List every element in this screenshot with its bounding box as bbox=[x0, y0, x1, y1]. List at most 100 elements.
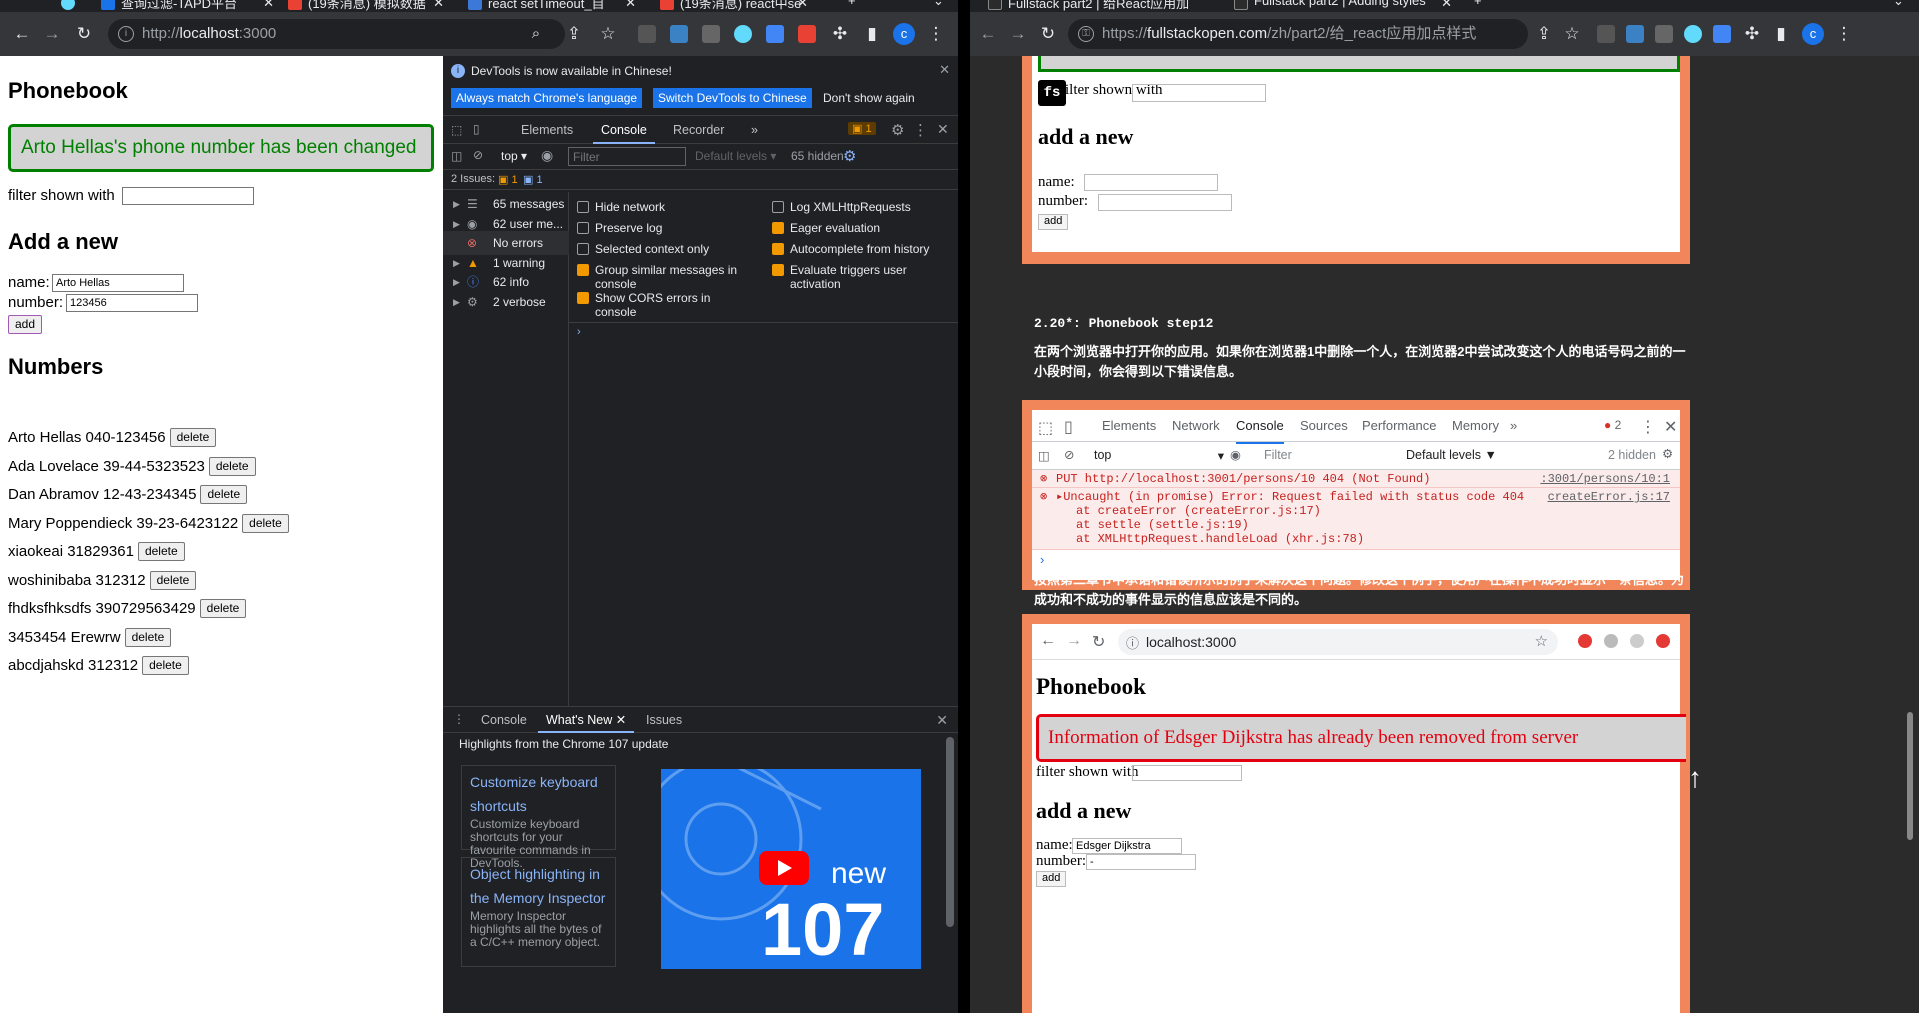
eye-icon[interactable]: ◉ bbox=[541, 147, 553, 164]
checkbox-checked[interactable] bbox=[772, 243, 784, 255]
sidebar-toggle-icon[interactable]: ◫ bbox=[451, 149, 462, 163]
reload-icon[interactable]: ↻ bbox=[1034, 20, 1062, 48]
tab-3[interactable]: (19条消息) react中se ✕ bbox=[654, 0, 814, 12]
tab-1[interactable]: Fullstack part2 | Adding styles ✕ bbox=[1228, 0, 1458, 12]
menu-icon[interactable]: ⋮ bbox=[922, 20, 950, 48]
tab-0[interactable]: Fullstack part2 | 给React应用加 bbox=[982, 0, 1217, 12]
tab-console[interactable]: Console bbox=[593, 116, 655, 144]
extension-icon[interactable] bbox=[1655, 25, 1673, 43]
checkbox-checked[interactable] bbox=[772, 222, 784, 234]
setting-checkbox[interactable]: Show CORS errors in console bbox=[575, 291, 755, 319]
checkbox-unchecked[interactable] bbox=[577, 201, 589, 213]
setting-checkbox[interactable]: Preserve log bbox=[575, 221, 755, 241]
close-icon[interactable]: ✕ bbox=[625, 0, 636, 11]
console-settings-icon[interactable]: ⚙ bbox=[843, 147, 856, 165]
delete-button[interactable]: delete bbox=[169, 428, 217, 447]
issues-badge[interactable]: ▣ 1 bbox=[848, 122, 876, 135]
fs-logo[interactable]: fs bbox=[1038, 80, 1066, 106]
close-icon[interactable]: ✕ bbox=[433, 0, 444, 11]
extension-icon[interactable] bbox=[702, 25, 720, 43]
address-bar[interactable]: i http://localhost:3000 ⌕ bbox=[108, 19, 565, 49]
setting-checkbox[interactable]: Autocomplete from history bbox=[770, 242, 950, 262]
tab-2[interactable]: react setTimeout_自 ✕ bbox=[462, 0, 642, 12]
delete-button[interactable]: delete bbox=[200, 485, 248, 504]
filter-input[interactable] bbox=[122, 187, 254, 205]
close-icon[interactable]: ✕ bbox=[937, 121, 949, 138]
extension-icon[interactable] bbox=[1626, 25, 1644, 43]
checkbox-checked[interactable] bbox=[577, 264, 589, 276]
drawer-menu-icon[interactable]: ⋮ bbox=[453, 712, 465, 726]
checkbox-checked[interactable] bbox=[577, 292, 589, 304]
console-filter-input[interactable] bbox=[568, 147, 686, 166]
name-input[interactable] bbox=[52, 274, 184, 292]
close-icon[interactable]: ✕ bbox=[936, 712, 948, 729]
sidebar-item[interactable]: ▶ ⚙ 2 verbose bbox=[443, 290, 569, 314]
close-icon[interactable]: ✕ bbox=[263, 0, 274, 11]
react-devtools-icon[interactable] bbox=[1684, 25, 1702, 43]
inspect-icon[interactable]: ⬚ bbox=[451, 123, 462, 137]
avatar[interactable]: c bbox=[893, 23, 915, 45]
extension-icon[interactable] bbox=[638, 25, 656, 43]
tab-recorder[interactable]: Recorder bbox=[665, 116, 732, 144]
delete-button[interactable]: delete bbox=[142, 656, 189, 675]
forward-icon[interactable]: → bbox=[1004, 20, 1032, 48]
extension-icon[interactable] bbox=[1713, 25, 1731, 43]
share-icon[interactable]: ⇪ bbox=[1530, 20, 1558, 48]
side-panel-icon[interactable]: ▮ bbox=[858, 20, 886, 48]
tab-search-button[interactable]: ⌄ bbox=[925, 0, 955, 12]
setting-checkbox[interactable]: Log XMLHttpRequests bbox=[770, 200, 950, 220]
play-icon[interactable] bbox=[759, 851, 809, 885]
scroll-to-top-icon[interactable]: ↑ bbox=[1688, 762, 1702, 794]
context-select[interactable]: top ▾ bbox=[501, 149, 527, 163]
whats-new-card[interactable]: Object highlighting in the Memory Inspec… bbox=[461, 857, 616, 967]
close-icon[interactable]: ✕ bbox=[1441, 0, 1452, 11]
tab-search-button[interactable]: ⌄ bbox=[1885, 0, 1915, 12]
switch-chinese-button[interactable]: Switch DevTools to Chinese bbox=[653, 88, 812, 108]
close-icon[interactable]: ✕ bbox=[616, 713, 626, 727]
tab-1[interactable]: (19条消息) 模拟数据 ✕ bbox=[282, 0, 450, 12]
close-icon[interactable]: ✕ bbox=[939, 62, 950, 78]
drawer-tab-issues[interactable]: Issues bbox=[638, 707, 690, 733]
setting-checkbox[interactable]: Evaluate triggers user activation bbox=[770, 263, 950, 291]
bookmark-star-icon[interactable]: ☆ bbox=[594, 20, 622, 48]
more-tabs-icon[interactable]: » bbox=[743, 116, 766, 144]
avatar[interactable]: c bbox=[1802, 23, 1824, 45]
back-icon[interactable]: ← bbox=[974, 20, 1002, 48]
extension-icon[interactable] bbox=[670, 25, 688, 43]
puzzle-icon[interactable]: ✣ bbox=[1738, 20, 1766, 48]
drawer-tab-console[interactable]: Console bbox=[473, 707, 535, 733]
delete-button[interactable]: delete bbox=[199, 599, 247, 618]
scrollbar[interactable] bbox=[946, 737, 954, 927]
delete-button[interactable]: delete bbox=[137, 542, 185, 561]
extension-icon[interactable] bbox=[766, 25, 784, 43]
match-language-button[interactable]: Always match Chrome's language bbox=[451, 88, 643, 108]
gear-icon[interactable]: ⚙ bbox=[891, 121, 904, 139]
side-panel-icon[interactable]: ▮ bbox=[1767, 20, 1795, 48]
puzzle-icon[interactable]: ✣ bbox=[826, 20, 854, 48]
forward-icon[interactable]: → bbox=[38, 20, 66, 48]
prompt-icon[interactable]: › bbox=[577, 326, 581, 338]
tab-0[interactable]: 查询过滤-TAPD平台 ✕ bbox=[95, 0, 280, 12]
clear-console-icon[interactable]: ⊘ bbox=[473, 148, 483, 162]
extension-icon[interactable] bbox=[798, 25, 816, 43]
new-tab-button[interactable]: + bbox=[840, 0, 870, 12]
address-bar[interactable]: ⚿ https://fullstackopen.com/zh/part2/给_r… bbox=[1068, 19, 1528, 49]
chrome-107-video-thumbnail[interactable]: new 107 bbox=[661, 769, 921, 969]
new-tab-button[interactable]: + bbox=[1466, 0, 1496, 12]
reload-icon[interactable]: ↻ bbox=[70, 20, 98, 48]
delete-button[interactable]: delete bbox=[149, 570, 197, 590]
number-input[interactable] bbox=[66, 294, 198, 312]
add-button[interactable]: add bbox=[8, 315, 43, 334]
react-tab[interactable] bbox=[55, 0, 85, 12]
setting-checkbox[interactable]: Selected context only bbox=[575, 242, 755, 262]
checkbox-unchecked[interactable] bbox=[577, 243, 589, 255]
checkbox-unchecked[interactable] bbox=[577, 222, 589, 234]
delete-button[interactable]: delete bbox=[242, 513, 289, 533]
device-toolbar-icon[interactable]: ▯ bbox=[473, 122, 480, 136]
setting-checkbox[interactable]: Eager evaluation bbox=[770, 221, 950, 241]
whats-new-card[interactable]: Customize keyboard shortcuts Customize k… bbox=[461, 765, 616, 870]
zoom-icon[interactable]: ⌕ bbox=[522, 20, 550, 48]
tab-elements[interactable]: Elements bbox=[513, 116, 581, 144]
dont-show-button[interactable]: Don't show again bbox=[818, 88, 920, 108]
checkbox-unchecked[interactable] bbox=[772, 201, 784, 213]
